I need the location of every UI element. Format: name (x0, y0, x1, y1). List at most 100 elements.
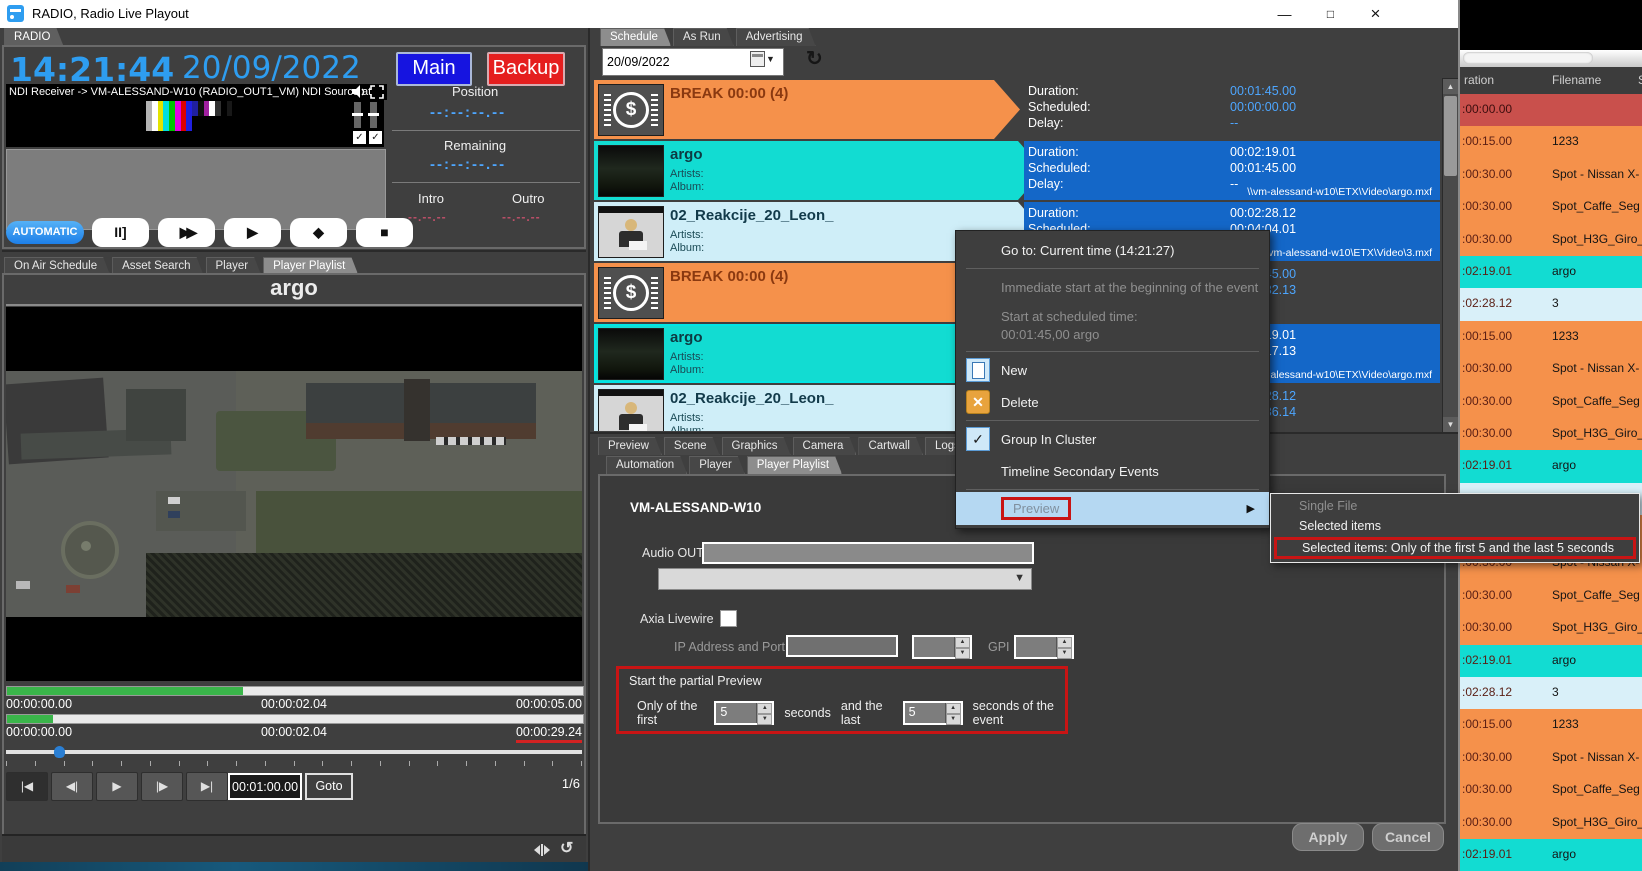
menu-item-preview[interactable]: Preview▶ (956, 492, 1269, 525)
col-filename[interactable]: Filename (1552, 73, 1601, 87)
date-dropdown-arrow-icon[interactable]: ▼ (766, 54, 775, 64)
tab-cartwall[interactable]: Cartwall (858, 437, 923, 455)
audio-check-right[interactable]: ✓ (369, 131, 382, 144)
menu-item-delete[interactable]: ✕Delete (956, 386, 1269, 418)
spin-up-icon[interactable]: ▲ (1057, 637, 1072, 648)
tab-graphics[interactable]: Graphics (722, 437, 791, 455)
audio-check-left[interactable]: ✓ (353, 131, 366, 144)
close-button[interactable]: × (1353, 0, 1398, 28)
submenu-item-selected-items-only-of-the-first-5-and-the-last-5-seconds[interactable]: Selected items: Only of the first 5 and … (1274, 537, 1636, 559)
asset-row[interactable]: :02:28.123 (1460, 677, 1642, 709)
goto-time-input[interactable] (228, 773, 302, 800)
main-channel-button[interactable]: Main (396, 52, 472, 86)
audio-device-select[interactable]: ▼ (658, 568, 1032, 590)
menu-item-group-in-cluster[interactable]: ✓Group In Cluster (956, 423, 1269, 455)
audio-fader-right[interactable] (370, 102, 377, 128)
pause-button[interactable]: II] (92, 218, 149, 247)
horizontal-scrollbar[interactable] (1460, 50, 1642, 67)
spin-down-icon[interactable]: ▼ (955, 648, 970, 659)
schedule-row[interactable]: argoArtists:Album:Duration:Scheduled:Del… (594, 141, 1440, 200)
cue-button[interactable]: ◆ (290, 218, 347, 247)
asset-row[interactable]: :00:30.00Spot_H3G_Giro_ (1460, 224, 1642, 256)
scrollbar-thumb[interactable] (1444, 96, 1457, 176)
asset-row[interactable]: :00:30.00Spot_H3G_Giro_ (1460, 612, 1642, 644)
cancel-button[interactable]: Cancel (1372, 823, 1444, 851)
hscroll-thumb[interactable] (1463, 52, 1593, 64)
menu-item-immediate-start-at-the-beginning-of-the-event[interactable]: Immediate start at the beginning of the … (956, 271, 1269, 303)
asset-row[interactable]: :00:00.00 (1460, 94, 1642, 126)
menu-item-timeline-secondary-events[interactable]: Timeline Secondary Events (956, 455, 1269, 487)
asset-row[interactable]: :00:30.00Spot_Caffe_Seg (1460, 774, 1642, 806)
seek-slider[interactable] (6, 750, 582, 754)
asset-row[interactable]: :00:15.001233 (1460, 126, 1642, 158)
tab-camera[interactable]: Camera (793, 437, 857, 455)
step-back-button[interactable]: ◀| (51, 772, 93, 801)
speaker-icon[interactable] (352, 85, 367, 99)
step-forward-button[interactable]: |▶ (141, 772, 183, 801)
audio-fader-left[interactable] (354, 102, 361, 128)
clip-progress-bar[interactable] (6, 714, 584, 724)
menu-item-go-to-current-time-14-21-27[interactable]: Go to: Current time (14:21:27) (956, 234, 1269, 266)
asset-row[interactable]: :02:28.123 (1460, 288, 1642, 320)
go-to-start-button[interactable]: |◀ (6, 772, 48, 801)
last-seconds-spinner[interactable]: 5▲▼ (903, 701, 963, 725)
history-icon[interactable]: ↺ (560, 838, 573, 858)
tab-player-playlist[interactable]: Player Playlist (747, 456, 842, 474)
asset-row[interactable]: :00:30.00Spot - Nissan X- (1460, 353, 1642, 385)
goto-button[interactable]: Goto (305, 773, 353, 800)
col-duration[interactable]: ration (1464, 73, 1494, 87)
tab-as-run[interactable]: As Run (673, 28, 734, 46)
col-next[interactable]: S (1638, 73, 1642, 87)
schedule-row[interactable]: $BREAK 00:00 (4)Duration:Scheduled:Delay… (594, 80, 1440, 139)
asset-row[interactable]: :02:19.01argo (1460, 256, 1642, 288)
ip-address-input[interactable] (786, 635, 898, 657)
spin-up-icon[interactable]: ▲ (955, 637, 970, 648)
minimize-button[interactable]: — (1262, 0, 1307, 28)
play-button[interactable]: ▶ (224, 218, 281, 247)
refresh-icon[interactable]: ↻ (806, 46, 823, 71)
fullscreen-icon[interactable] (370, 85, 384, 99)
asset-row[interactable]: :00:30.00Spot_Caffe_Seg (1460, 386, 1642, 418)
spin-down-icon[interactable]: ▼ (1057, 648, 1072, 659)
maximize-button[interactable]: □ (1308, 0, 1353, 28)
backup-channel-button[interactable]: Backup (487, 52, 565, 86)
scroll-up-icon[interactable]: ▲ (1443, 79, 1458, 94)
asset-row[interactable]: :00:30.00Spot_H3G_Giro_ (1460, 807, 1642, 839)
tab-scene[interactable]: Scene (664, 437, 720, 455)
waveform-icon[interactable] (532, 842, 552, 858)
scroll-down-icon[interactable]: ▼ (1443, 417, 1458, 432)
asset-row[interactable]: :00:15.001233 (1460, 709, 1642, 741)
tab-preview[interactable]: Preview (598, 437, 662, 455)
play-button[interactable]: ▶ (96, 772, 138, 801)
asset-row[interactable]: :02:19.01argo (1460, 450, 1642, 482)
port-spinner[interactable]: ▲▼ (912, 635, 972, 659)
seek-slider-thumb[interactable] (54, 746, 65, 758)
automatic-mode-button[interactable]: AUTOMATIC (6, 221, 84, 244)
tab-advertising[interactable]: Advertising (736, 28, 816, 46)
submenu-item-single-file[interactable]: Single File (1271, 496, 1639, 516)
menu-item-new[interactable]: New (956, 354, 1269, 386)
tab-schedule[interactable]: Schedule (600, 28, 671, 46)
go-to-end-button[interactable]: ▶| (186, 772, 228, 801)
tab-player[interactable]: Player (689, 456, 745, 474)
tab-radio[interactable]: RADIO (4, 28, 63, 46)
fast-forward-button[interactable]: ▶▶ (158, 218, 215, 247)
axia-livewire-checkbox[interactable] (720, 610, 737, 627)
asset-row[interactable]: :00:30.00Spot - Nissan X- (1460, 742, 1642, 774)
calendar-icon[interactable] (750, 51, 765, 67)
apply-button[interactable]: Apply (1292, 823, 1364, 851)
stop-button[interactable]: ■ (356, 218, 413, 247)
submenu-item-selected-items[interactable]: Selected items (1271, 516, 1639, 536)
asset-row[interactable]: :00:30.00Spot_H3G_Giro_ (1460, 418, 1642, 450)
asset-row[interactable]: :02:19.01argo (1460, 645, 1642, 677)
asset-row[interactable]: :00:30.00Spot - Nissan X- (1460, 159, 1642, 191)
asset-row[interactable]: :02:19.01argo (1460, 839, 1642, 871)
first-seconds-spinner[interactable]: 5▲▼ (714, 701, 774, 725)
intro-progress-bar[interactable] (6, 686, 584, 696)
asset-row[interactable]: :00:15.001233 (1460, 321, 1642, 353)
asset-row[interactable]: :00:30.00Spot_Caffe_Seg (1460, 580, 1642, 612)
menu-item-start-at-scheduled-time[interactable]: Start at scheduled time:00:01:45,00 argo (956, 303, 1269, 349)
gpi-spinner[interactable]: ▲▼ (1014, 635, 1074, 659)
audio-out-input[interactable] (702, 542, 1034, 564)
asset-row[interactable]: :00:30.00Spot_Caffe_Seg (1460, 191, 1642, 223)
